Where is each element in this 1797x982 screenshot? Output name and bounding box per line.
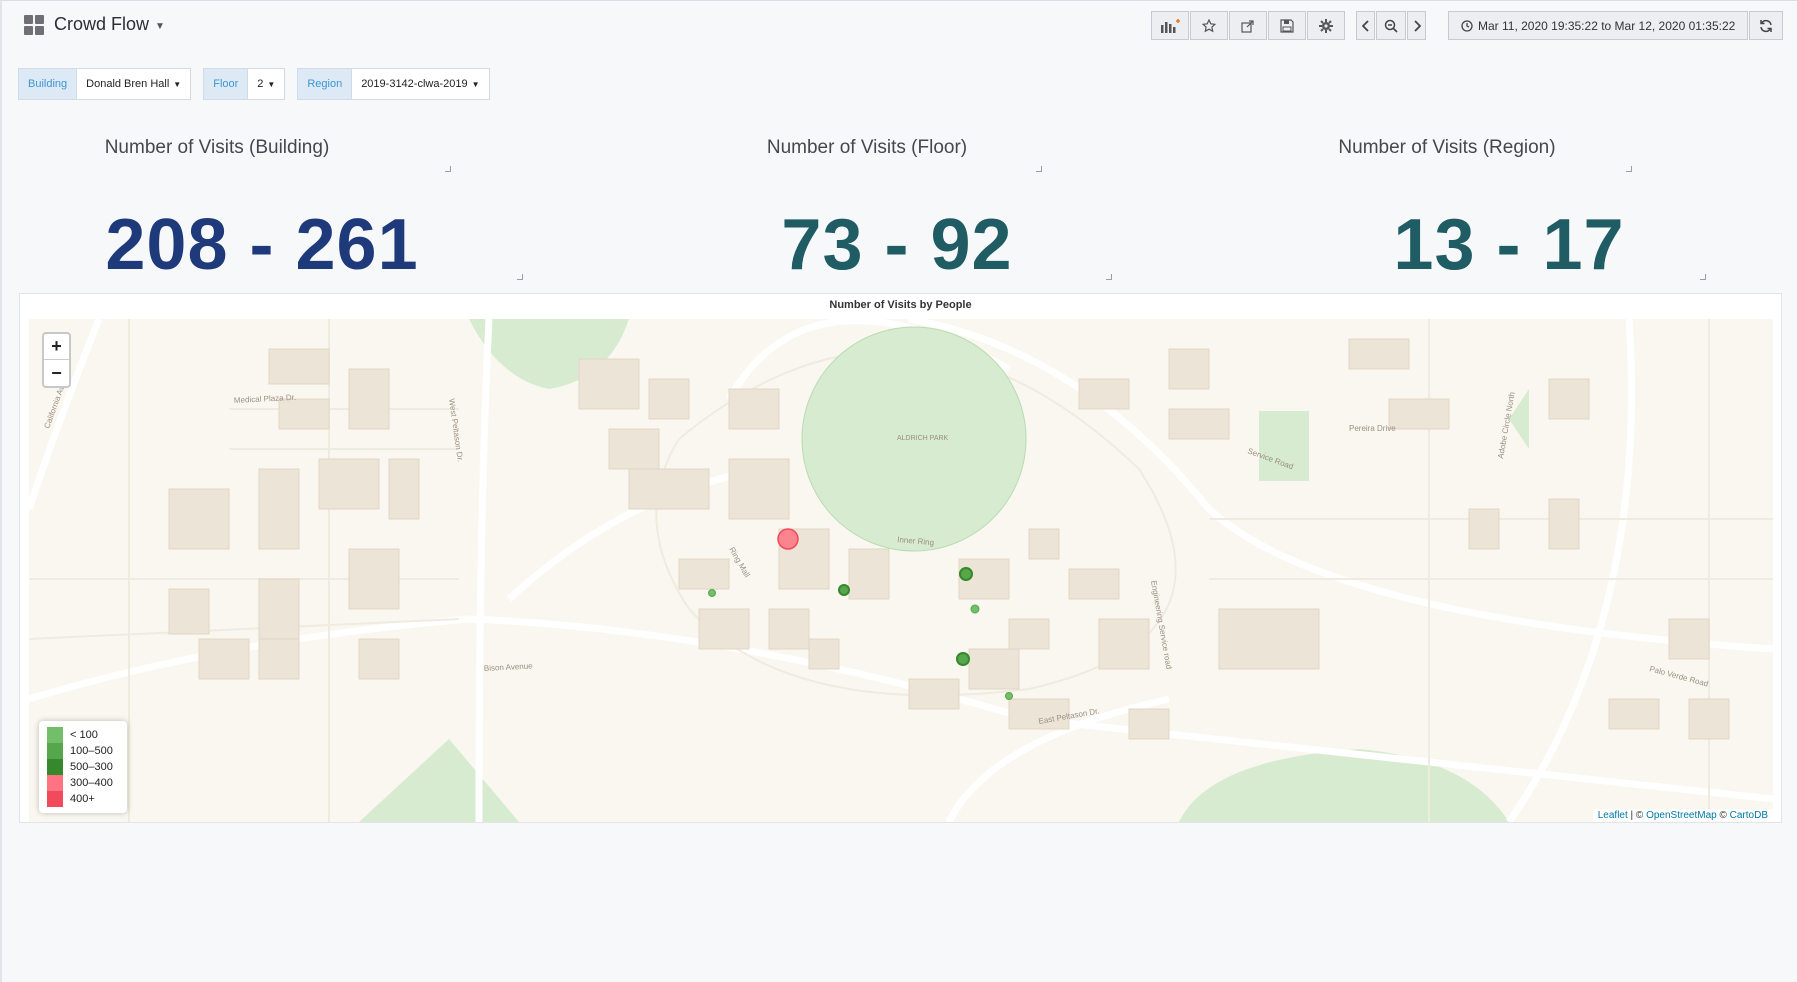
region-variable-label: Region <box>297 68 353 100</box>
region-select[interactable]: 2019-3142-clwa-2019 ▼ <box>352 68 490 100</box>
attribution-separator: © <box>1716 810 1730 821</box>
stat-panel-building: Number of Visits (Building) 208 - 261 <box>2 129 523 287</box>
floor-select-value: 2 <box>257 78 264 90</box>
map-panel-title: Number of Visits by People <box>829 299 972 311</box>
stat-value-region: 13 - 17 <box>1393 205 1625 285</box>
time-shift-back-button[interactable] <box>1356 11 1375 40</box>
floor-variable: Floor 2 ▼ <box>203 68 286 100</box>
building-select[interactable]: Donald Bren Hall ▼ <box>77 68 192 100</box>
refresh-icon <box>1760 19 1773 32</box>
stat-value-building: 208 - 261 <box>105 205 419 285</box>
star-dashboard-button[interactable] <box>1190 11 1228 40</box>
settings-button[interactable] <box>1307 11 1345 40</box>
legend-label: 300–400 <box>70 777 113 789</box>
visit-marker <box>838 584 850 596</box>
legend-swatch <box>47 759 63 775</box>
legend-item: 400+ <box>47 791 119 807</box>
resize-handle-icon[interactable] <box>1700 274 1706 280</box>
region-select-value: 2019-3142-clwa-2019 <box>361 78 468 90</box>
add-panel-icon <box>1161 18 1180 33</box>
stat-panel-floor: Number of Visits (Floor) 73 - 92 <box>602 129 1192 287</box>
star-icon <box>1202 18 1216 32</box>
map-attribution: Leaflet | © OpenStreetMap © CartoDB <box>1592 809 1773 822</box>
osm-link[interactable]: OpenStreetMap <box>1646 810 1717 821</box>
stat-panel-region: Number of Visits (Region) 13 - 17 <box>1202 129 1792 287</box>
visit-marker <box>708 589 716 597</box>
legend-item: 500–300 <box>47 759 119 775</box>
map-zoom-control: + − <box>42 332 71 388</box>
legend-label: 500–300 <box>70 761 113 773</box>
zoom-in-button[interactable]: + <box>44 334 69 360</box>
leaflet-link[interactable]: Leaflet <box>1598 810 1628 821</box>
top-navbar: Crowd Flow ▼ Mar 11, 2020 19:35:22 to Ma… <box>2 1 1797 51</box>
stat-title-floor: Number of Visits (Floor) <box>766 137 968 158</box>
pereira-drive-label: Pereira Drive <box>1349 424 1396 433</box>
dashboard-grid-icon <box>24 14 44 35</box>
caret-down-icon: ▼ <box>267 79 276 89</box>
save-icon <box>1280 18 1294 33</box>
legend-item: < 100 <box>47 727 119 743</box>
resize-handle-icon[interactable] <box>445 166 451 172</box>
share-icon <box>1241 19 1254 33</box>
zoom-out-button[interactable]: − <box>44 360 69 386</box>
save-dashboard-button[interactable] <box>1268 11 1306 40</box>
refresh-button[interactable] <box>1749 11 1784 40</box>
time-shift-forward-button[interactable] <box>1407 11 1426 40</box>
legend-label: 100–500 <box>70 745 113 757</box>
dashboard-title: Crowd Flow <box>54 14 150 34</box>
building-select-value: Donald Bren Hall <box>86 78 170 90</box>
caret-down-icon: ▼ <box>173 79 182 89</box>
clock-icon <box>1461 19 1473 32</box>
stat-title-building: Number of Visits (Building) <box>104 137 330 158</box>
resize-handle-icon[interactable] <box>1106 274 1112 280</box>
floor-variable-label: Floor <box>203 68 249 100</box>
legend-swatch <box>47 775 63 791</box>
chevron-right-icon <box>1413 19 1421 32</box>
stat-value-floor: 73 - 92 <box>781 205 1013 285</box>
resize-handle-icon[interactable] <box>1626 166 1632 172</box>
carto-link[interactable]: CartoDB <box>1730 810 1768 821</box>
share-dashboard-button[interactable] <box>1229 11 1267 40</box>
visit-marker <box>959 567 973 581</box>
legend-item: 300–400 <box>47 775 119 791</box>
template-variables: Building Donald Bren Hall ▼ Floor 2 ▼ Regi… <box>18 68 490 100</box>
chevron-down-icon: ▼ <box>155 20 165 32</box>
floor-select[interactable]: 2 ▼ <box>248 68 286 100</box>
visit-marker-high <box>777 528 799 550</box>
building-variable-label: Building <box>18 68 78 100</box>
dashboard-picker[interactable]: Crowd Flow ▼ <box>24 14 165 35</box>
resize-handle-icon[interactable] <box>517 274 523 280</box>
time-range-picker[interactable]: Mar 11, 2020 19:35:22 to Mar 12, 2020 01… <box>1448 11 1749 40</box>
attribution-separator: | © <box>1627 810 1647 821</box>
time-range-label: Mar 11, 2020 19:35:22 to Mar 12, 2020 01… <box>1478 18 1736 33</box>
legend-swatch <box>47 727 63 743</box>
chevron-left-icon <box>1361 19 1369 32</box>
map-legend: < 100 100–500 500–300 300–400 400+ <box>39 721 127 813</box>
map-canvas[interactable]: ALDRICH PARK Inner Ring Ring Mall West P… <box>29 319 1773 822</box>
legend-item: 100–500 <box>47 743 119 759</box>
visit-marker <box>956 652 970 666</box>
legend-swatch <box>47 791 63 807</box>
add-panel-button[interactable] <box>1151 11 1189 40</box>
zoom-out-icon <box>1384 19 1398 33</box>
gear-icon <box>1319 18 1333 33</box>
visit-marker <box>1005 692 1013 700</box>
map-tiles: ALDRICH PARK Inner Ring Ring Mall West P… <box>29 319 1773 822</box>
caret-down-icon: ▼ <box>471 79 480 89</box>
region-variable: Region 2019-3142-clwa-2019 ▼ <box>297 68 490 100</box>
legend-label: 400+ <box>70 793 95 805</box>
legend-label: < 100 <box>70 729 98 741</box>
zoom-out-time-button[interactable] <box>1376 11 1406 40</box>
resize-handle-icon[interactable] <box>1036 166 1042 172</box>
park-label: ALDRICH PARK <box>897 435 949 442</box>
visit-marker <box>970 604 980 614</box>
legend-swatch <box>47 743 63 759</box>
building-variable: Building Donald Bren Hall ▼ <box>18 68 192 100</box>
stat-title-region: Number of Visits (Region) <box>1338 137 1556 158</box>
map-panel: Number of Visits by People ALDRICH PARK … <box>19 293 1782 823</box>
